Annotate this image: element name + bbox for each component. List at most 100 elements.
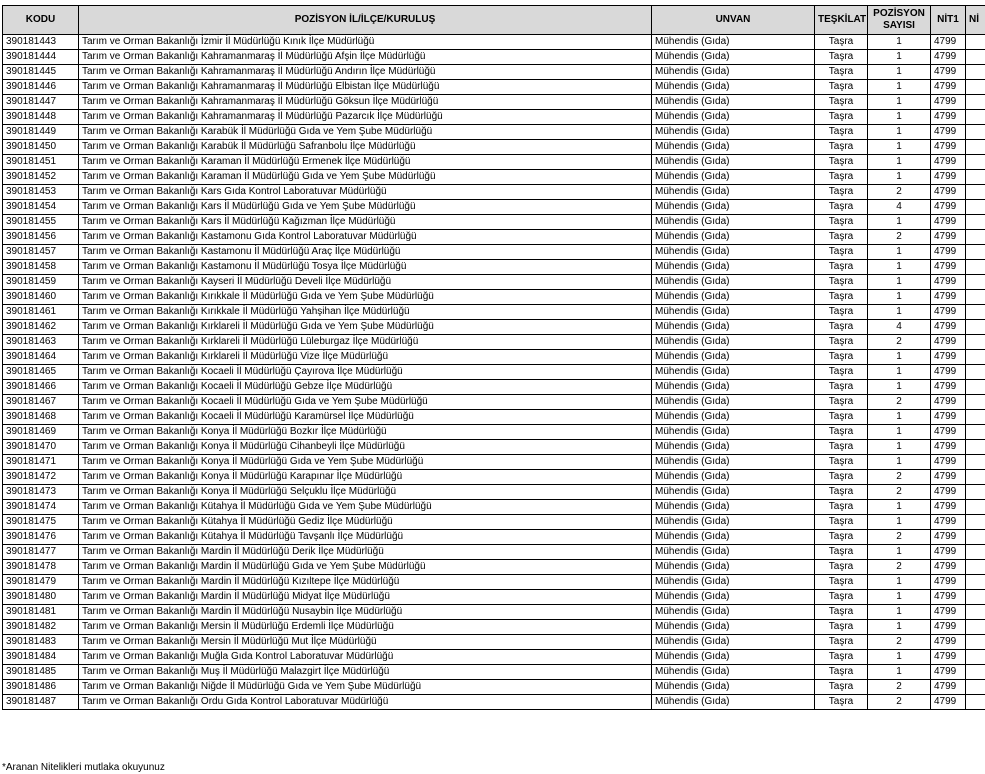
cell-nit2 <box>966 170 985 185</box>
cell-pozisyon: Tarım ve Orman Bakanlığı Kahramanmaraş İ… <box>79 65 652 80</box>
cell-nit2 <box>966 155 985 170</box>
table-row: 390181460Tarım ve Orman Bakanlığı Kırıkk… <box>3 290 985 305</box>
cell-teskilat: Taşra <box>815 230 868 245</box>
cell-pozisyon: Tarım ve Orman Bakanlığı Kırklareli İl M… <box>79 335 652 350</box>
table-row: 390181472Tarım ve Orman Bakanlığı Konya … <box>3 470 985 485</box>
cell-nit2 <box>966 200 985 215</box>
cell-nit2 <box>966 275 985 290</box>
header-pozisyon-sayisi-line1: POZİSYON <box>873 8 925 19</box>
cell-kodu: 390181448 <box>3 110 79 125</box>
cell-nit2 <box>966 635 985 650</box>
cell-kodu: 390181484 <box>3 650 79 665</box>
cell-nit2 <box>966 545 985 560</box>
cell-pozisyon: Tarım ve Orman Bakanlığı Kocaeli İl Müdü… <box>79 395 652 410</box>
table-row: 390181473Tarım ve Orman Bakanlığı Konya … <box>3 485 985 500</box>
cell-nit1: 4799 <box>931 185 966 200</box>
cell-pozisyon-sayisi: 1 <box>868 350 931 365</box>
cell-pozisyon-sayisi: 1 <box>868 515 931 530</box>
table-row: 390181457Tarım ve Orman Bakanlığı Kastam… <box>3 245 985 260</box>
cell-pozisyon: Tarım ve Orman Bakanlığı Kars İl Müdürlü… <box>79 215 652 230</box>
cell-teskilat: Taşra <box>815 200 868 215</box>
table-row: 390181480Tarım ve Orman Bakanlığı Mardin… <box>3 590 985 605</box>
cell-pozisyon-sayisi: 4 <box>868 200 931 215</box>
cell-nit1: 4799 <box>931 650 966 665</box>
cell-kodu: 390181472 <box>3 470 79 485</box>
cell-pozisyon-sayisi: 1 <box>868 215 931 230</box>
cell-unvan: Mühendis (Gıda) <box>652 680 815 695</box>
table-row: 390181461Tarım ve Orman Bakanlığı Kırıkk… <box>3 305 985 320</box>
cell-nit1: 4799 <box>931 620 966 635</box>
cell-nit1: 4799 <box>931 125 966 140</box>
header-pozisyon: POZİSYON İL/İLÇE/KURULUŞ <box>79 6 652 35</box>
cell-kodu: 390181482 <box>3 620 79 635</box>
cell-nit2 <box>966 695 985 710</box>
cell-unvan: Mühendis (Gıda) <box>652 470 815 485</box>
cell-unvan: Mühendis (Gıda) <box>652 380 815 395</box>
cell-teskilat: Taşra <box>815 80 868 95</box>
cell-nit2 <box>966 80 985 95</box>
cell-pozisyon: Tarım ve Orman Bakanlığı Mardin İl Müdür… <box>79 575 652 590</box>
cell-nit1: 4799 <box>931 155 966 170</box>
cell-unvan: Mühendis (Gıda) <box>652 95 815 110</box>
table-row: 390181475Tarım ve Orman Bakanlığı Kütahy… <box>3 515 985 530</box>
cell-teskilat: Taşra <box>815 320 868 335</box>
table-row: 390181487Tarım ve Orman Bakanlığı Ordu G… <box>3 695 985 710</box>
cell-teskilat: Taşra <box>815 95 868 110</box>
cell-teskilat: Taşra <box>815 620 868 635</box>
cell-kodu: 390181462 <box>3 320 79 335</box>
cell-nit1: 4799 <box>931 590 966 605</box>
table-body: 390181443Tarım ve Orman Bakanlığı İzmir … <box>3 35 985 710</box>
cell-nit1: 4799 <box>931 605 966 620</box>
cell-nit1: 4799 <box>931 545 966 560</box>
cell-pozisyon: Tarım ve Orman Bakanlığı Mersin İl Müdür… <box>79 620 652 635</box>
cell-unvan: Mühendis (Gıda) <box>652 695 815 710</box>
cell-pozisyon: Tarım ve Orman Bakanlığı Kütahya İl Müdü… <box>79 500 652 515</box>
cell-teskilat: Taşra <box>815 590 868 605</box>
cell-unvan: Mühendis (Gıda) <box>652 260 815 275</box>
cell-kodu: 390181474 <box>3 500 79 515</box>
cell-teskilat: Taşra <box>815 695 868 710</box>
cell-pozisyon: Tarım ve Orman Bakanlığı Konya İl Müdürl… <box>79 470 652 485</box>
cell-teskilat: Taşra <box>815 455 868 470</box>
cell-pozisyon: Tarım ve Orman Bakanlığı Kastamonu İl Mü… <box>79 260 652 275</box>
cell-pozisyon: Tarım ve Orman Bakanlığı Karabük İl Müdü… <box>79 125 652 140</box>
cell-pozisyon-sayisi: 1 <box>868 80 931 95</box>
table-header: KODU POZİSYON İL/İLÇE/KURULUŞ UNVAN TEŞK… <box>3 6 985 35</box>
table-row: 390181486Tarım ve Orman Bakanlığı Niğde … <box>3 680 985 695</box>
cell-pozisyon: Tarım ve Orman Bakanlığı Kayseri İl Müdü… <box>79 275 652 290</box>
cell-unvan: Mühendis (Gıda) <box>652 35 815 50</box>
cell-pozisyon-sayisi: 1 <box>868 110 931 125</box>
cell-teskilat: Taşra <box>815 545 868 560</box>
cell-kodu: 390181455 <box>3 215 79 230</box>
table-row: 390181477Tarım ve Orman Bakanlığı Mardin… <box>3 545 985 560</box>
table-row: 390181463Tarım ve Orman Bakanlığı Kırkla… <box>3 335 985 350</box>
cell-kodu: 390181456 <box>3 230 79 245</box>
cell-kodu: 390181483 <box>3 635 79 650</box>
cell-teskilat: Taşra <box>815 35 868 50</box>
cell-pozisyon: Tarım ve Orman Bakanlığı Ordu Gıda Kontr… <box>79 695 652 710</box>
cell-unvan: Mühendis (Gıda) <box>652 155 815 170</box>
cell-nit2 <box>966 305 985 320</box>
cell-nit2 <box>966 425 985 440</box>
cell-teskilat: Taşra <box>815 530 868 545</box>
cell-nit2 <box>966 335 985 350</box>
cell-teskilat: Taşra <box>815 260 868 275</box>
header-row: KODU POZİSYON İL/İLÇE/KURULUŞ UNVAN TEŞK… <box>3 6 985 35</box>
cell-unvan: Mühendis (Gıda) <box>652 530 815 545</box>
cell-teskilat: Taşra <box>815 245 868 260</box>
cell-pozisyon: Tarım ve Orman Bakanlığı Kocaeli İl Müdü… <box>79 380 652 395</box>
cell-nit1: 4799 <box>931 170 966 185</box>
table-row: 390181459Tarım ve Orman Bakanlığı Kayser… <box>3 275 985 290</box>
cell-unvan: Mühendis (Gıda) <box>652 395 815 410</box>
cell-pozisyon-sayisi: 1 <box>868 290 931 305</box>
cell-pozisyon-sayisi: 1 <box>868 260 931 275</box>
cell-unvan: Mühendis (Gıda) <box>652 50 815 65</box>
cell-kodu: 390181458 <box>3 260 79 275</box>
table-row: 390181447Tarım ve Orman Bakanlığı Kahram… <box>3 95 985 110</box>
cell-teskilat: Taşra <box>815 125 868 140</box>
cell-unvan: Mühendis (Gıda) <box>652 455 815 470</box>
cell-unvan: Mühendis (Gıda) <box>652 635 815 650</box>
cell-kodu: 390181481 <box>3 605 79 620</box>
cell-teskilat: Taşra <box>815 650 868 665</box>
header-pozisyon-sayisi: POZİSYON SAYISI <box>868 6 931 35</box>
